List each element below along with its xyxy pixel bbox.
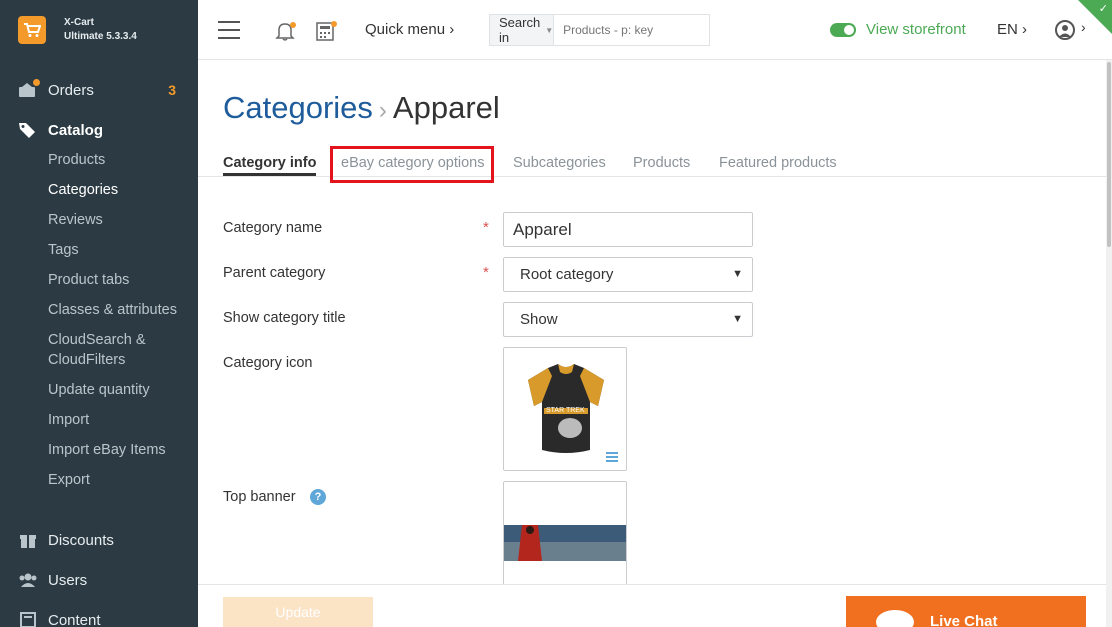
calculator-notification-dot xyxy=(331,21,337,27)
users-icon xyxy=(18,571,38,589)
nav-content-label: Content xyxy=(48,611,101,627)
chat-bubble-icon xyxy=(876,610,914,627)
view-storefront-link[interactable]: View storefront xyxy=(830,21,966,38)
category-name-label: Category name xyxy=(223,220,323,236)
bell-notification-dot xyxy=(290,22,296,28)
top-banner-label: Top banner xyxy=(223,489,296,505)
nav-discounts[interactable]: Discounts xyxy=(0,525,198,555)
nav-discounts-label: Discounts xyxy=(48,531,114,549)
sidebar-item-import-ebay[interactable]: Import eBay Items xyxy=(48,440,166,460)
required-mark: * xyxy=(483,264,489,281)
nav-users[interactable]: Users xyxy=(0,565,198,595)
sidebar-item-cloudsearch[interactable]: CloudSearch & xyxy=(48,330,146,350)
tags-icon xyxy=(18,121,38,139)
nav-catalog[interactable]: Catalog xyxy=(0,115,198,145)
search-scope-label: Search in xyxy=(499,15,541,45)
content-icon xyxy=(18,611,38,627)
scrollbar-thumb[interactable] xyxy=(1107,62,1111,247)
language-selector[interactable]: EN › xyxy=(997,21,1027,38)
update-button[interactable]: Update xyxy=(223,597,373,627)
storefront-toggle[interactable] xyxy=(830,22,856,37)
bell-icon[interactable] xyxy=(274,20,296,42)
page-title: Categories › Apparel xyxy=(223,90,500,126)
page-title-current: Apparel xyxy=(392,90,500,125)
search-scope-select[interactable]: Search in ▼ xyxy=(490,15,555,45)
sidebar-item-categories[interactable]: Categories xyxy=(48,180,118,200)
live-chat-label: Live Chat xyxy=(930,613,998,627)
sidebar-item-import[interactable]: Import xyxy=(48,410,89,430)
sidebar: X-Cart Ultimate 5.3.3.4 Orders 3 Catalog… xyxy=(0,0,198,627)
dropdown-arrow-icon: ▼ xyxy=(732,313,743,325)
nav-users-label: Users xyxy=(48,571,88,589)
tab-products[interactable]: Products xyxy=(633,155,690,171)
quick-menu-button[interactable]: Quick menu › xyxy=(365,21,454,38)
menu-icon[interactable] xyxy=(218,21,240,39)
gift-icon xyxy=(18,531,38,549)
user-avatar-icon[interactable] xyxy=(1055,20,1075,40)
parent-category-value: Root category xyxy=(520,266,614,283)
show-category-title-select[interactable]: Show ▼ xyxy=(503,302,753,337)
tab-highlight-box xyxy=(330,146,494,183)
sidebar-item-update-quantity[interactable]: Update quantity xyxy=(48,380,150,400)
parent-category-select[interactable]: Root category ▼ xyxy=(503,257,753,292)
tab-featured-products[interactable]: Featured products xyxy=(719,155,837,171)
sidebar-item-product-tabs[interactable]: Product tabs xyxy=(48,270,129,290)
top-header: Quick menu › Search in ▼ View storefront… xyxy=(198,0,1112,60)
brand-version: Ultimate 5.3.3.4 xyxy=(64,31,137,42)
breadcrumb-categories[interactable]: Categories xyxy=(223,90,373,125)
image-menu-icon[interactable] xyxy=(606,452,618,462)
nav-catalog-label: Catalog xyxy=(48,121,104,139)
live-chat-button[interactable]: Live Chat xyxy=(846,596,1086,627)
dropdown-arrow-icon: ▼ xyxy=(732,268,743,280)
tab-subcategories[interactable]: Subcategories xyxy=(513,155,606,171)
nav-content[interactable]: Content xyxy=(0,605,198,627)
banner-image xyxy=(504,525,626,561)
orders-count-badge: 3 xyxy=(168,82,176,98)
check-icon: ✓ xyxy=(1098,3,1108,15)
category-icon-image[interactable]: STAR TREK xyxy=(503,347,627,471)
sidebar-item-cloudfilters[interactable]: CloudFilters xyxy=(48,350,125,370)
sidebar-item-reviews[interactable]: Reviews xyxy=(48,210,103,230)
nav-orders-label: Orders xyxy=(48,81,94,99)
breadcrumb-separator: › xyxy=(378,97,387,124)
sidebar-item-export[interactable]: Export xyxy=(48,470,90,490)
sidebar-item-products[interactable]: Products xyxy=(48,150,105,170)
sidebar-item-tags[interactable]: Tags xyxy=(48,240,79,260)
parent-category-label: Parent category xyxy=(223,265,326,281)
category-name-input[interactable] xyxy=(503,212,753,247)
search-input[interactable] xyxy=(554,15,719,45)
sidebar-item-classes-attributes[interactable]: Classes & attributes xyxy=(48,300,177,320)
required-mark: * xyxy=(483,219,489,236)
brand[interactable]: X-Cart Ultimate 5.3.3.4 xyxy=(0,0,198,60)
storefront-label: View storefront xyxy=(866,21,966,38)
top-banner-image[interactable] xyxy=(503,481,627,591)
show-category-title-label: Show category title xyxy=(223,310,346,326)
nav-orders[interactable]: Orders 3 xyxy=(0,75,198,105)
brand-name: X-Cart xyxy=(64,17,95,28)
show-category-title-value: Show xyxy=(520,311,558,328)
tab-category-info[interactable]: Category info xyxy=(223,155,317,176)
category-icon-label: Category icon xyxy=(223,355,313,371)
svg-text:STAR TREK: STAR TREK xyxy=(546,407,585,414)
help-icon[interactable]: ? xyxy=(310,489,326,505)
calculator-icon[interactable] xyxy=(314,20,337,42)
chevron-down-icon: ▼ xyxy=(545,25,554,35)
search-box: Search in ▼ xyxy=(489,14,719,46)
xcart-logo-icon xyxy=(18,16,46,44)
orders-notification-dot xyxy=(33,79,40,86)
